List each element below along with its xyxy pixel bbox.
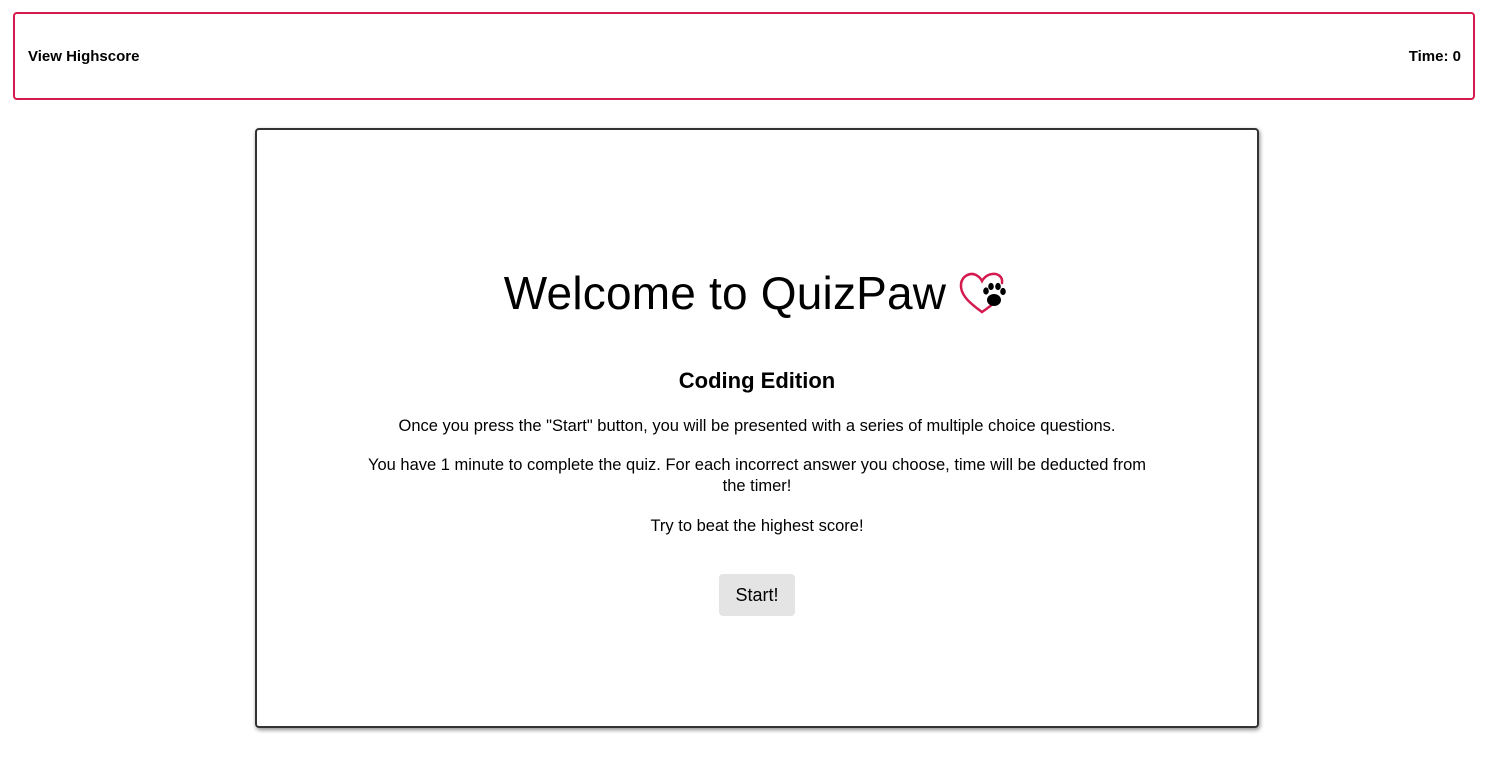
timer-display: Time: 0	[1408, 48, 1461, 65]
instructions-paragraph-1: Once you press the "Start" button, you w…	[398, 417, 1116, 435]
top-header: View Highscore Time: 0	[13, 12, 1475, 100]
instructions-paragraph-2: You have 1 minute to complete the quiz. …	[367, 456, 1147, 495]
instructions-paragraph-3: Try to beat the highest score!	[650, 517, 864, 535]
welcome-card: Welcome to QuizPaw Coding Edition Once y…	[255, 128, 1259, 728]
title-row: Welcome to QuizPaw	[257, 266, 1257, 320]
view-highscore-link[interactable]: View Highscore	[28, 48, 139, 65]
page-title: Welcome to QuizPaw	[503, 267, 947, 319]
edition-subtitle: Coding Edition	[678, 368, 836, 393]
start-button[interactable]: Start!	[719, 574, 795, 616]
heart-paw-icon	[959, 272, 1007, 314]
